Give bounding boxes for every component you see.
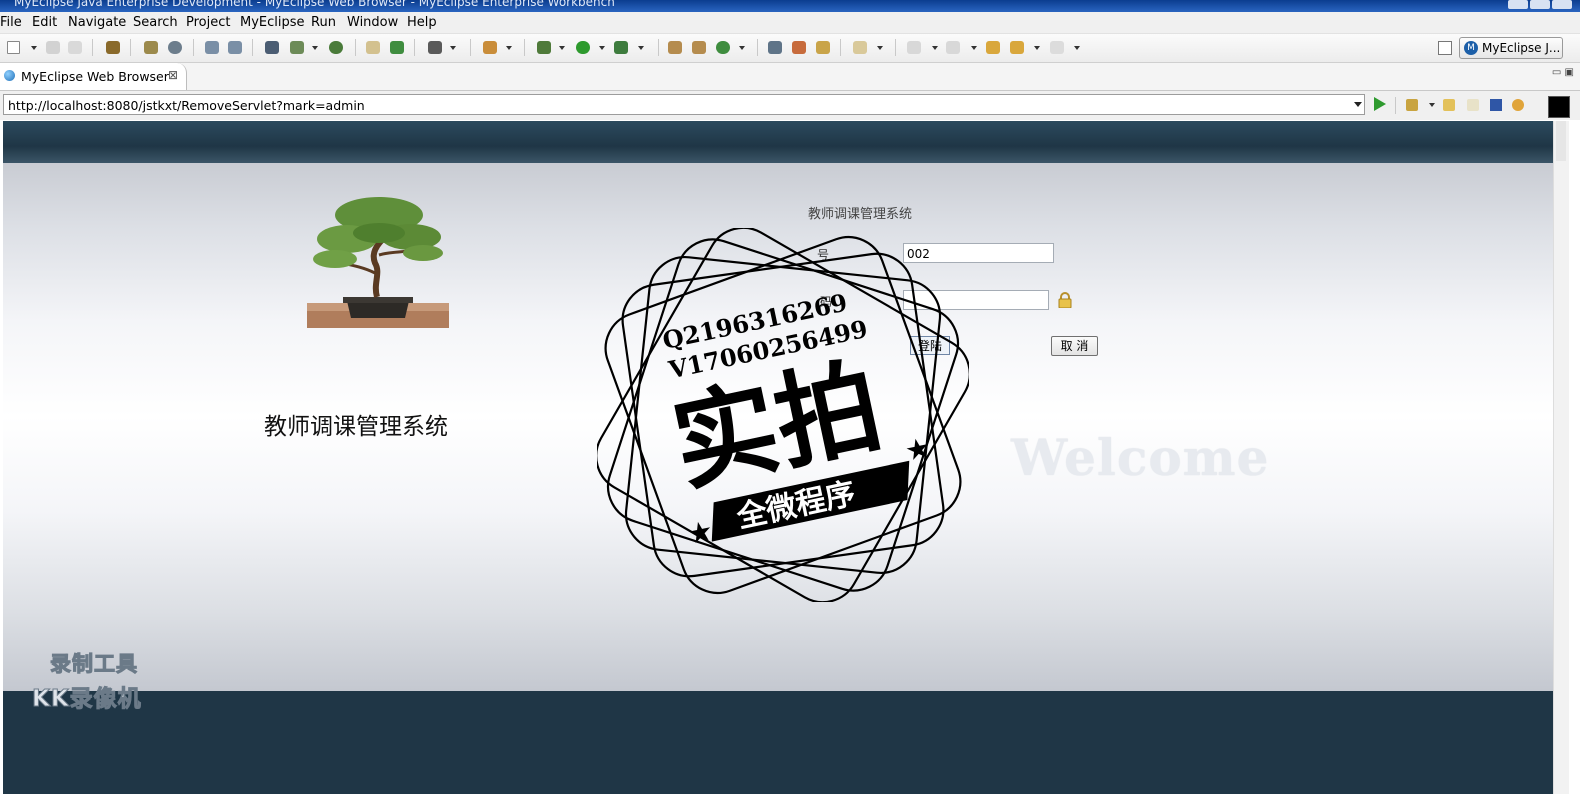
menu-help[interactable]: Help bbox=[407, 15, 437, 30]
url-history-dropdown-icon[interactable] bbox=[1354, 102, 1362, 107]
cancel-button[interactable]: 取 消 bbox=[1051, 336, 1098, 356]
new-icon[interactable] bbox=[7, 41, 20, 54]
last-edit-icon[interactable] bbox=[986, 41, 1000, 54]
refresh-icon[interactable] bbox=[1512, 99, 1524, 111]
system-name-heading: 教师调课管理系统 bbox=[264, 414, 448, 440]
report-dropdown-icon[interactable] bbox=[506, 46, 512, 50]
db-icon[interactable] bbox=[768, 41, 782, 54]
page-footer-band bbox=[3, 691, 1553, 794]
browse-icon[interactable] bbox=[853, 41, 867, 54]
menu-run[interactable]: Run bbox=[311, 15, 336, 30]
menu-file[interactable]: File bbox=[0, 15, 22, 30]
wizard2-icon[interactable] bbox=[228, 41, 242, 54]
back-icon[interactable] bbox=[1443, 99, 1455, 111]
debug-dropdown-icon[interactable] bbox=[559, 46, 565, 50]
report-icon[interactable] bbox=[483, 41, 497, 54]
tab-label: MyEclipse Web Browser bbox=[21, 69, 169, 84]
watermark-stamp: Q2196316269 V17060256499 实拍 全微程序 ★ ★ bbox=[597, 228, 969, 602]
url-input[interactable]: http://localhost:8080/jstkxt/RemoveServl… bbox=[3, 94, 1365, 115]
close-tab-icon[interactable]: ⊠ bbox=[168, 68, 178, 82]
browser-address-bar: http://localhost:8080/jstkxt/RemoveServl… bbox=[0, 91, 1580, 120]
go-icon[interactable] bbox=[1374, 97, 1386, 111]
rocket-icon[interactable] bbox=[792, 41, 806, 54]
refresh-icon[interactable] bbox=[716, 41, 730, 54]
external-tools-icon[interactable] bbox=[614, 41, 628, 54]
star-icon: ★ bbox=[684, 514, 715, 551]
lock-icon bbox=[1058, 292, 1072, 308]
next-annotation-dropdown-icon[interactable] bbox=[932, 46, 938, 50]
forward-icon[interactable] bbox=[1050, 41, 1064, 54]
open-folder-icon[interactable] bbox=[816, 41, 830, 54]
window-title-bar: MyEclipse Java Enterprise Development - … bbox=[0, 0, 1580, 12]
menu-myeclipse[interactable]: MyEclipse bbox=[240, 15, 305, 30]
forward-icon[interactable] bbox=[1467, 99, 1479, 111]
recorder-watermark-line1: 录制工具 bbox=[50, 652, 138, 677]
myeclipse-icon: M bbox=[1464, 41, 1478, 55]
perspective-switcher[interactable]: M MyEclipse J... bbox=[1459, 37, 1563, 59]
view-menu-icon[interactable] bbox=[1548, 96, 1570, 118]
run-dropdown-icon[interactable] bbox=[599, 46, 605, 50]
new-dropdown-icon[interactable] bbox=[31, 46, 37, 50]
forward-dropdown-icon[interactable] bbox=[1074, 46, 1080, 50]
minimize-maximize-icon[interactable]: ▭ ▣ bbox=[1552, 67, 1574, 78]
stop-icon[interactable] bbox=[1490, 99, 1502, 111]
editor-tab-strip: MyEclipse Web Browser ⊠ ▭ ▣ bbox=[0, 63, 1580, 91]
refresh-dropdown-icon[interactable] bbox=[739, 46, 745, 50]
browse-dropdown-icon[interactable] bbox=[877, 46, 883, 50]
page-header-band bbox=[3, 121, 1553, 163]
maximize-button[interactable] bbox=[1530, 0, 1550, 9]
run-icon[interactable] bbox=[576, 41, 590, 54]
recorder-watermark-line2: KK录像机 bbox=[32, 686, 142, 713]
menu-window[interactable]: Window bbox=[347, 15, 398, 30]
external-tools-dropdown-icon[interactable] bbox=[638, 46, 644, 50]
globe-icon[interactable] bbox=[329, 41, 343, 54]
deploy-icon[interactable] bbox=[144, 41, 158, 54]
hierarchy-icon[interactable] bbox=[265, 41, 279, 54]
menu-navigate[interactable]: Navigate bbox=[68, 15, 126, 30]
next-annotation-icon[interactable] bbox=[907, 41, 921, 54]
menu-edit[interactable]: Edit bbox=[32, 15, 57, 30]
vertical-scrollbar[interactable] bbox=[1553, 121, 1569, 794]
prev-annotation-icon[interactable] bbox=[946, 41, 960, 54]
jsp-dropdown-icon[interactable] bbox=[312, 46, 318, 50]
debug-icon[interactable] bbox=[537, 41, 551, 54]
close-window-button[interactable] bbox=[1552, 0, 1572, 9]
window-controls[interactable] bbox=[1506, 0, 1576, 10]
open-resource-icon[interactable] bbox=[692, 41, 706, 54]
form-title: 教师调课管理系统 bbox=[808, 207, 913, 222]
welcome-text: Welcome bbox=[1011, 428, 1270, 487]
camera-dropdown-icon[interactable] bbox=[450, 46, 456, 50]
favorites-icon[interactable] bbox=[1406, 99, 1418, 111]
back-icon[interactable] bbox=[1010, 41, 1024, 54]
save-icon[interactable] bbox=[46, 41, 60, 54]
main-toolbar: M MyEclipse J... bbox=[0, 34, 1580, 63]
perspective-label: MyEclipse J... bbox=[1482, 41, 1561, 55]
package-icon[interactable] bbox=[106, 41, 120, 54]
add-icon[interactable] bbox=[390, 41, 404, 54]
wizard-icon[interactable] bbox=[205, 41, 219, 54]
server-icon[interactable] bbox=[168, 41, 182, 54]
minimize-button[interactable] bbox=[1508, 0, 1528, 9]
globe-icon bbox=[4, 70, 15, 81]
jsp-icon[interactable] bbox=[290, 41, 304, 54]
print-icon[interactable] bbox=[68, 41, 82, 54]
prev-annotation-dropdown-icon[interactable] bbox=[971, 46, 977, 50]
menu-bar: File Edit Navigate Search Project MyEcli… bbox=[0, 12, 1580, 34]
menu-search[interactable]: Search bbox=[133, 15, 178, 30]
open-type-icon[interactable] bbox=[668, 41, 682, 54]
tab-web-browser[interactable]: MyEclipse Web Browser ⊠ bbox=[0, 63, 187, 90]
window-title: MyEclipse Java Enterprise Development - … bbox=[14, 0, 615, 9]
back-dropdown-icon[interactable] bbox=[1034, 46, 1040, 50]
open-perspective-icon[interactable] bbox=[1438, 41, 1452, 55]
bonsai-image bbox=[307, 197, 449, 328]
folder-icon[interactable] bbox=[366, 41, 380, 54]
camera-icon[interactable] bbox=[428, 41, 442, 54]
menu-project[interactable]: Project bbox=[186, 15, 230, 30]
favorites-dropdown-icon[interactable] bbox=[1429, 103, 1435, 107]
